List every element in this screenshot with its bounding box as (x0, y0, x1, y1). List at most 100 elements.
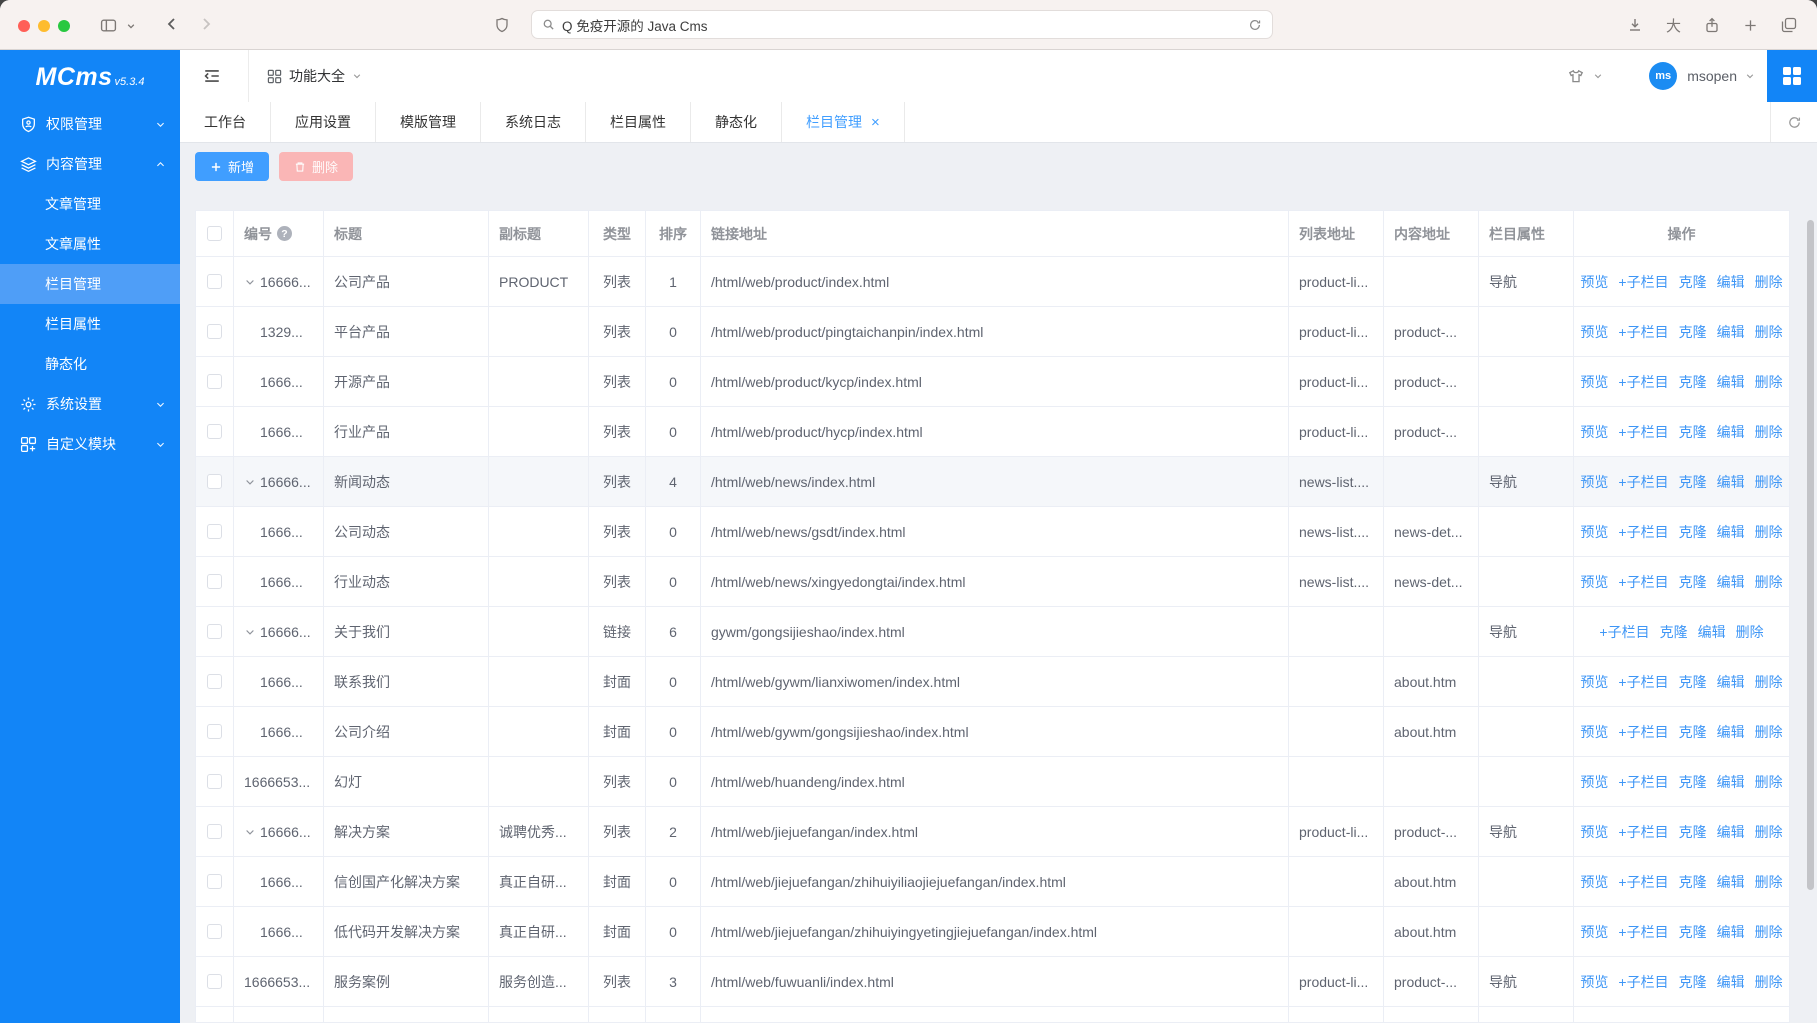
op-add-subcolumn[interactable]: +子栏目 (1618, 322, 1668, 342)
select-all-checkbox[interactable] (207, 226, 222, 241)
op-delete[interactable]: 删除 (1755, 472, 1783, 492)
op-delete[interactable]: 删除 (1755, 672, 1783, 692)
op-edit[interactable]: 编辑 (1717, 872, 1745, 892)
tab-column-management[interactable]: 栏目管理× (782, 102, 905, 142)
op-delete[interactable]: 删除 (1755, 372, 1783, 392)
op-delete[interactable]: 删除 (1755, 822, 1783, 842)
op-edit[interactable]: 编辑 (1717, 422, 1745, 442)
op-clone[interactable]: 克隆 (1679, 272, 1707, 292)
op-edit[interactable]: 编辑 (1717, 672, 1745, 692)
op-clone[interactable]: 克隆 (1679, 922, 1707, 942)
op-preview[interactable]: 预览 (1580, 672, 1608, 692)
op-add-subcolumn[interactable]: +子栏目 (1618, 372, 1668, 392)
op-delete[interactable]: 删除 (1755, 922, 1783, 942)
reload-icon[interactable] (1248, 18, 1262, 32)
op-preview[interactable]: 预览 (1580, 572, 1608, 592)
op-edit[interactable]: 编辑 (1698, 622, 1726, 642)
op-add-subcolumn[interactable]: +子栏目 (1618, 272, 1668, 292)
tab-template-management[interactable]: 模版管理 (376, 102, 481, 142)
op-edit[interactable]: 编辑 (1717, 922, 1745, 942)
op-delete[interactable]: 删除 (1755, 422, 1783, 442)
app-menu-dropdown[interactable]: 功能大全 (267, 50, 362, 102)
downloads-icon[interactable] (1627, 17, 1643, 33)
address-bar[interactable]: Q 免疫开源的 Java Cms (531, 10, 1273, 39)
op-preview[interactable]: 预览 (1580, 522, 1608, 542)
close-window-button[interactable] (18, 20, 30, 32)
row-checkbox[interactable] (207, 574, 222, 589)
apps-panel-button[interactable] (1767, 50, 1817, 102)
op-add-subcolumn[interactable]: +子栏目 (1599, 622, 1649, 642)
expand-icon[interactable] (244, 626, 256, 638)
op-clone[interactable]: 克隆 (1679, 972, 1707, 992)
user-avatar[interactable]: ms (1649, 62, 1677, 90)
sidebar-chevron-down-icon[interactable] (126, 21, 136, 31)
op-clone[interactable]: 克隆 (1679, 822, 1707, 842)
op-add-subcolumn[interactable]: +子栏目 (1618, 672, 1668, 692)
op-preview[interactable]: 预览 (1580, 772, 1608, 792)
op-clone[interactable]: 克隆 (1679, 722, 1707, 742)
collapse-sidebar-icon[interactable] (203, 67, 221, 85)
sidebar-item-column-attributes[interactable]: 栏目属性 (0, 304, 180, 344)
op-add-subcolumn[interactable]: +子栏目 (1618, 722, 1668, 742)
op-delete[interactable]: 删除 (1755, 322, 1783, 342)
op-clone[interactable]: 克隆 (1679, 372, 1707, 392)
op-delete[interactable]: 删除 (1755, 572, 1783, 592)
forward-button-icon[interactable] (198, 16, 214, 32)
op-edit[interactable]: 编辑 (1717, 972, 1745, 992)
op-preview[interactable]: 预览 (1580, 472, 1608, 492)
theme-chevron-down-icon[interactable] (1593, 71, 1603, 81)
op-edit[interactable]: 编辑 (1717, 322, 1745, 342)
op-edit[interactable]: 编辑 (1717, 372, 1745, 392)
op-add-subcolumn[interactable]: +子栏目 (1618, 472, 1668, 492)
row-checkbox[interactable] (207, 274, 222, 289)
row-checkbox[interactable] (207, 324, 222, 339)
op-preview[interactable]: 预览 (1580, 922, 1608, 942)
op-delete[interactable]: 删除 (1736, 622, 1764, 642)
row-checkbox[interactable] (207, 924, 222, 939)
tab-system-logs[interactable]: 系统日志 (481, 102, 586, 142)
op-preview[interactable]: 预览 (1580, 822, 1608, 842)
op-delete[interactable]: 删除 (1755, 872, 1783, 892)
op-preview[interactable]: 预览 (1580, 872, 1608, 892)
row-checkbox[interactable] (207, 424, 222, 439)
op-edit[interactable]: 编辑 (1717, 772, 1745, 792)
op-delete[interactable]: 删除 (1755, 722, 1783, 742)
sidebar-item-content-management[interactable]: 内容管理 (0, 144, 180, 184)
op-edit[interactable]: 编辑 (1717, 822, 1745, 842)
row-checkbox[interactable] (207, 674, 222, 689)
row-checkbox[interactable] (207, 774, 222, 789)
op-delete[interactable]: 删除 (1755, 272, 1783, 292)
tab-column-attributes[interactable]: 栏目属性 (586, 102, 691, 142)
op-clone[interactable]: 克隆 (1679, 322, 1707, 342)
op-edit[interactable]: 编辑 (1717, 472, 1745, 492)
row-checkbox[interactable] (207, 374, 222, 389)
sidebar-item-custom-modules[interactable]: 自定义模块 (0, 424, 180, 464)
op-preview[interactable]: 预览 (1580, 372, 1608, 392)
sidebar-item-article-management[interactable]: 文章管理 (0, 184, 180, 224)
browser-sidebar-toggle-icon[interactable] (100, 17, 117, 34)
op-add-subcolumn[interactable]: +子栏目 (1618, 572, 1668, 592)
op-edit[interactable]: 编辑 (1717, 272, 1745, 292)
row-checkbox[interactable] (207, 974, 222, 989)
new-tab-icon[interactable] (1743, 18, 1758, 33)
sidebar-item-column-management[interactable]: 栏目管理 (0, 264, 180, 304)
zoom-window-button[interactable] (58, 20, 70, 32)
text-size-icon[interactable]: 大 (1666, 15, 1681, 36)
back-button-icon[interactable] (164, 16, 180, 32)
tab-static[interactable]: 静态化 (691, 102, 782, 142)
theme-tshirt-icon[interactable] (1567, 67, 1585, 85)
close-icon[interactable]: × (871, 115, 880, 130)
sidebar-item-article-attributes[interactable]: 文章属性 (0, 224, 180, 264)
op-edit[interactable]: 编辑 (1717, 522, 1745, 542)
op-preview[interactable]: 预览 (1580, 272, 1608, 292)
sidebar-item-static-generation[interactable]: 静态化 (0, 344, 180, 384)
op-edit[interactable]: 编辑 (1717, 572, 1745, 592)
op-add-subcolumn[interactable]: +子栏目 (1618, 772, 1668, 792)
op-preview[interactable]: 预览 (1580, 722, 1608, 742)
row-checkbox[interactable] (207, 624, 222, 639)
tab-overview-icon[interactable] (1781, 17, 1797, 33)
op-delete[interactable]: 删除 (1755, 972, 1783, 992)
op-clone[interactable]: 克隆 (1679, 522, 1707, 542)
op-preview[interactable]: 预览 (1580, 422, 1608, 442)
op-clone[interactable]: 克隆 (1679, 422, 1707, 442)
